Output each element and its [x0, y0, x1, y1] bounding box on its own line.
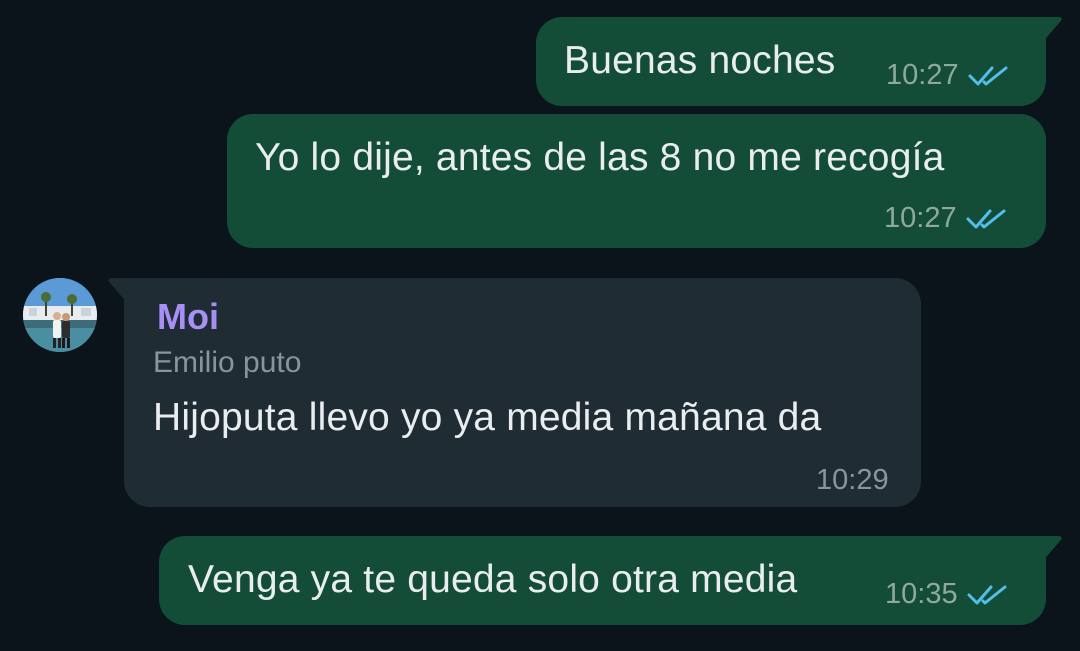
avatar-image [23, 278, 97, 352]
message-bubble-outgoing[interactable]: Yo lo dije, antes de las 8 no me recogía… [227, 114, 1046, 248]
message-text: Yo lo dije, antes de las 8 no me recogía [255, 136, 945, 179]
message-meta: 10:35 [885, 578, 1012, 611]
double-check-icon [968, 66, 1008, 85]
contact-avatar[interactable] [23, 278, 97, 352]
message-meta: 10:27 [884, 202, 1011, 235]
message-text: Buenas noches [564, 39, 836, 82]
message-time: 10:27 [884, 202, 957, 234]
message-bubble-outgoing[interactable]: Venga ya te queda solo otra media 10:35 [159, 536, 1062, 625]
message-time: 10:27 [886, 59, 959, 91]
chat-conversation: Buenas noches 10:27 Yo lo dije, antes de… [0, 0, 1080, 651]
message-meta: 10:27 [886, 59, 1013, 92]
message-text: Hijoputa llevo yo ya media mañana da [153, 396, 822, 439]
message-time: 10:35 [885, 578, 958, 610]
bubble-tail [1026, 17, 1062, 45]
bubble-tail [108, 278, 144, 306]
message-meta: 10:29 [816, 464, 889, 497]
sender-name[interactable]: Moi [157, 296, 219, 338]
message-bubble-outgoing[interactable]: Buenas noches 10:27 [536, 17, 1062, 106]
bubble-tail [1026, 536, 1062, 564]
message-time: 10:29 [816, 464, 889, 496]
message-text: Venga ya te queda solo otra media [188, 558, 798, 601]
double-check-icon [966, 209, 1006, 228]
double-check-icon [967, 585, 1007, 604]
message-bubble-incoming[interactable]: Moi Emilio puto Hijoputa llevo yo ya med… [108, 278, 921, 507]
forwarded-from-label: Emilio puto [153, 346, 302, 379]
